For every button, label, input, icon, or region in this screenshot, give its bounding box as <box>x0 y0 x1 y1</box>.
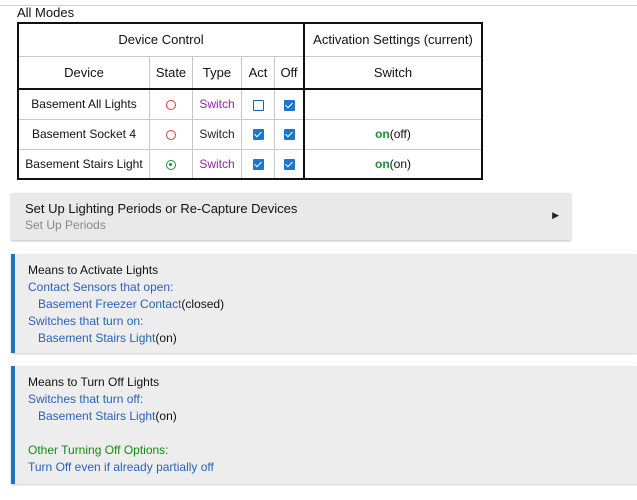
table-row: Basement All Lights Switch <box>17 88 483 120</box>
switch-current-value: (on) <box>389 156 411 171</box>
col-type: Type <box>192 55 242 90</box>
state-cell[interactable] <box>149 148 193 180</box>
switch-setting-value: on <box>375 127 390 141</box>
off-cell <box>274 148 305 180</box>
switches-on-label: Switches that turn on: <box>28 314 144 328</box>
section-title: All Modes <box>17 5 75 20</box>
turn-off-partial-option: Turn Off even if already partially off <box>28 460 214 474</box>
state-on-icon[interactable] <box>166 159 176 170</box>
state-off-icon[interactable] <box>166 129 176 140</box>
state-off-icon[interactable] <box>166 100 176 111</box>
top-divider <box>0 0 637 6</box>
off-cell <box>274 118 305 150</box>
state-cell[interactable] <box>149 118 193 150</box>
off-checkbox[interactable] <box>283 129 295 141</box>
device-name: Basement All Lights <box>17 88 150 120</box>
off-checkbox[interactable] <box>283 99 295 111</box>
switch-setting-cell: on(on) <box>303 148 483 180</box>
switch-on-entry: Basement Stairs Light(on) <box>38 331 177 345</box>
act-checkbox[interactable] <box>252 99 264 111</box>
act-cell <box>241 118 275 150</box>
device-type[interactable]: Switch <box>192 88 242 120</box>
col-act: Act <box>241 55 275 90</box>
contact-sensors-label: Contact Sensors that open: <box>28 280 174 294</box>
activate-lights-section[interactable]: Means to Activate Lights Contact Sensors… <box>11 254 637 353</box>
act-cell <box>241 148 275 180</box>
turnoff-heading: Means to Turn Off Lights <box>28 375 160 389</box>
other-off-options-label: Other Turning Off Options: <box>28 443 169 457</box>
off-cell <box>274 88 305 120</box>
expand-arrow-icon: ▶ <box>552 210 559 220</box>
switch-on-state: (on) <box>155 331 177 345</box>
col-off: Off <box>274 55 305 90</box>
device-name: Basement Stairs Light <box>17 148 150 180</box>
switch-on-device: Basement Stairs Light <box>38 331 156 345</box>
act-checkbox[interactable] <box>252 129 264 141</box>
device-name: Basement Socket 4 <box>17 118 150 150</box>
contact-sensor-entry: Basement Freezer Contact(closed) <box>38 297 224 311</box>
setup-lighting-periods-panel[interactable]: Set Up Lighting Periods or Re-Capture De… <box>11 193 571 240</box>
device-control-header: Device Control <box>17 22 305 57</box>
contact-sensor-device: Basement Freezer Contact <box>38 297 182 311</box>
activate-heading: Means to Activate Lights <box>28 263 159 277</box>
switch-setting-cell <box>303 88 483 120</box>
switch-off-device: Basement Stairs Light <box>38 409 156 423</box>
table-row: Basement Socket 4 Switch on(off) <box>17 118 483 150</box>
turn-off-lights-section[interactable]: Means to Turn Off Lights Switches that t… <box>11 366 637 484</box>
device-type: Switch <box>192 118 242 150</box>
act-checkbox[interactable] <box>252 159 264 171</box>
contact-sensor-state: (closed) <box>181 297 225 311</box>
off-checkbox[interactable] <box>283 159 295 171</box>
switch-off-state: (on) <box>155 409 177 423</box>
device-control-table: Device Control Activation Settings (curr… <box>17 22 483 180</box>
switch-setting-cell: on(off) <box>303 118 483 150</box>
switches-off-label: Switches that turn off: <box>28 392 144 406</box>
table-row: Basement Stairs Light Switch on(on) <box>17 148 483 180</box>
act-cell <box>241 88 275 120</box>
state-cell[interactable] <box>149 88 193 120</box>
col-state: State <box>149 55 193 90</box>
device-type[interactable]: Switch <box>192 148 242 180</box>
device-rows: Basement All Lights Switch Basement Socket… <box>17 88 483 180</box>
switch-off-entry: Basement Stairs Light(on) <box>38 409 177 423</box>
setup-panel-title: Set Up Lighting Periods or Re-Capture De… <box>25 201 298 216</box>
setup-panel-subtitle: Set Up Periods <box>25 218 106 232</box>
switch-setting-value: on <box>374 156 390 171</box>
col-device: Device <box>17 55 150 90</box>
switch-current-value: (off) <box>389 127 411 141</box>
col-switch: Switch <box>303 55 483 90</box>
activation-settings-header: Activation Settings (current) <box>303 22 483 57</box>
